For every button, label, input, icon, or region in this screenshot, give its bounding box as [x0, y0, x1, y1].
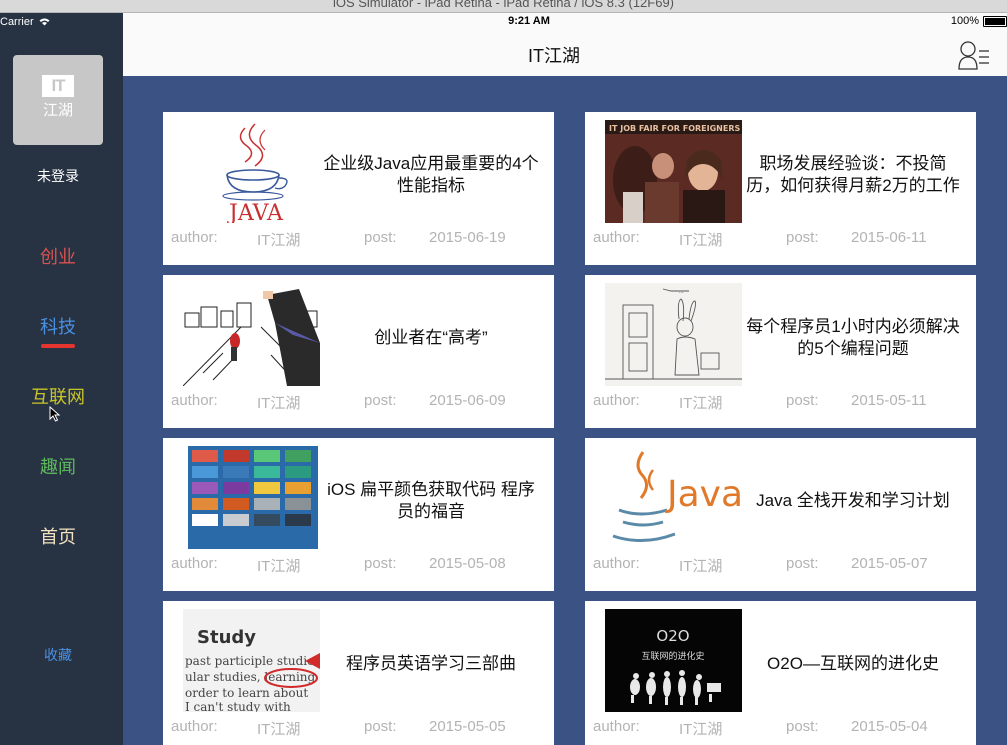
author-label: author:: [171, 392, 218, 409]
favorites-link[interactable]: 收藏: [0, 645, 116, 665]
article-thumbnail-o2o: O2O 互联网的进化史: [605, 609, 742, 712]
carrier-status: Carrier: [0, 16, 50, 28]
post-label: post:: [786, 555, 819, 572]
user-menu-icon[interactable]: [957, 38, 991, 72]
article-thumbnail-java-logo: JAVA: [183, 120, 320, 223]
author-label: author:: [171, 718, 218, 735]
author-label: author:: [593, 718, 640, 735]
nav-item-startup[interactable]: 创业: [0, 243, 116, 269]
thumbnail-banner-text: IT JOB FAIR FOR FOREIGNERS: [609, 124, 741, 133]
battery-icon: [983, 15, 1007, 27]
post-date: 2015-05-04: [851, 718, 928, 735]
thumbnail-java-text: Java: [665, 474, 742, 515]
article-thumbnail-road-sketch: [183, 283, 320, 386]
battery-percent: 100%: [950, 15, 979, 27]
article-card[interactable]: Study past participle studied ular studi…: [163, 601, 554, 745]
post-label: post:: [364, 229, 397, 246]
thumbnail-o2o-text: O2O: [656, 627, 689, 645]
carrier-label: Carrier: [0, 16, 34, 28]
article-title[interactable]: 职场发展经验谈：不投简历，如何获得月薪2万的工作: [745, 120, 961, 230]
post-label: post:: [786, 392, 819, 409]
nav-item-home[interactable]: 首页: [0, 523, 116, 549]
simulator-title: iOS Simulator - iPad Retina - iPad Retin…: [332, 0, 675, 10]
app-logo[interactable]: IT 江湖: [13, 55, 103, 145]
svg-text:I can't study with: I can't study with: [185, 700, 291, 712]
svg-text:JAVA: JAVA: [227, 201, 284, 223]
sidebar: Carrier IT 江湖 未登录 创业 科技 互联网 趣闻 首页 收藏: [0, 13, 123, 745]
post-date: 2015-05-05: [429, 718, 506, 735]
author-name: IT江湖: [679, 395, 723, 412]
article-title[interactable]: 企业级Java应用最重要的4个性能指标: [323, 120, 539, 230]
page-title: IT江湖: [528, 46, 580, 66]
author-name: IT江湖: [257, 395, 301, 412]
author-name: IT江湖: [679, 558, 723, 575]
article-card[interactable]: 创业者在“高考” author: IT江湖 post: 2015-06-09: [163, 275, 554, 428]
thumbnail-o2o-subtext: 互联网的进化史: [641, 650, 704, 662]
simulator-title-bar: iOS Simulator - iPad Retina - iPad Retin…: [0, 0, 1007, 13]
article-card[interactable]: Java Java 全栈开发和学习计划 author: IT江湖 post: 2…: [585, 438, 976, 591]
post-date: 2015-06-11: [851, 229, 927, 246]
post-label: post:: [364, 555, 397, 572]
author-name: IT江湖: [679, 232, 723, 249]
author-label: author:: [593, 392, 640, 409]
author-label: author:: [593, 555, 640, 572]
article-card[interactable]: O2O 互联网的进化史 O2O—互联网的进化史 author: IT江湖 pos…: [585, 601, 976, 745]
svg-text:order to learn about: order to learn about: [185, 686, 308, 700]
post-date: 2015-06-09: [429, 392, 506, 409]
article-thumbnail-java-orange: Java: [605, 446, 742, 549]
article-card[interactable]: IT JOB FAIR FOR FOREIGNERS 职场发展经验谈：不投简历，…: [585, 112, 976, 265]
logo-text-it: IT: [42, 75, 74, 97]
article-thumbnail-study: Study past participle studied ular studi…: [183, 609, 320, 712]
login-status[interactable]: 未登录: [0, 166, 116, 186]
post-label: post:: [364, 718, 397, 735]
author-label: author:: [593, 229, 640, 246]
author-label: author:: [171, 229, 218, 246]
post-date: 2015-05-08: [429, 555, 506, 572]
main-header: 9:21 AM 100% IT江湖: [123, 13, 1007, 76]
article-thumbnail-rabbit-sketch: ...: [605, 283, 742, 386]
article-title[interactable]: iOS 扁平颜色获取代码 程序员的福音: [323, 446, 539, 556]
logo-text-cn: 江湖: [42, 101, 73, 119]
nav-active-indicator: [41, 344, 75, 348]
nav-item-fun[interactable]: 趣闻: [0, 453, 116, 479]
author-name: IT江湖: [257, 721, 301, 738]
author-name: IT江湖: [679, 721, 723, 738]
article-card[interactable]: iOS 扁平颜色获取代码 程序员的福音 author: IT江湖 post: 2…: [163, 438, 554, 591]
author-label: author:: [171, 555, 218, 572]
post-date: 2015-05-11: [851, 392, 927, 409]
post-date: 2015-06-19: [429, 229, 506, 246]
wifi-icon: [39, 17, 50, 28]
post-label: post:: [786, 718, 819, 735]
svg-text:past participle studied: past participle studied: [185, 654, 320, 668]
article-title[interactable]: 每个程序员1小时内必须解决的5个编程问题: [745, 283, 961, 393]
article-title[interactable]: 程序员英语学习三部曲: [323, 609, 539, 719]
battery-status: 100%: [951, 15, 1007, 27]
svg-text:ular studies, learning: ular studies, learning: [185, 670, 316, 684]
post-label: post:: [364, 392, 397, 409]
status-time: 9:21 AM: [508, 15, 550, 27]
article-card[interactable]: JAVA 企业级Java应用最重要的4个性能指标 author: IT江湖 po…: [163, 112, 554, 265]
article-card[interactable]: ... 每个程序员1小时内必须解决的5个编程问题 author: IT江湖 po…: [585, 275, 976, 428]
svg-text:...: ...: [679, 289, 684, 295]
author-name: IT江湖: [257, 232, 301, 249]
article-title[interactable]: 创业者在“高考”: [323, 283, 539, 393]
nav-item-tech[interactable]: 科技: [0, 313, 116, 339]
post-date: 2015-05-07: [851, 555, 928, 572]
author-name: IT江湖: [257, 558, 301, 575]
article-thumbnail-color-swatches: [188, 446, 318, 549]
thumbnail-study-text: Study: [197, 627, 256, 648]
article-title[interactable]: O2O—互联网的进化史: [745, 609, 961, 719]
mouse-cursor-icon: [49, 405, 61, 422]
article-title[interactable]: Java 全栈开发和学习计划: [745, 446, 961, 556]
post-label: post:: [786, 229, 819, 246]
article-thumbnail-job-fair: IT JOB FAIR FOR FOREIGNERS: [605, 120, 742, 223]
